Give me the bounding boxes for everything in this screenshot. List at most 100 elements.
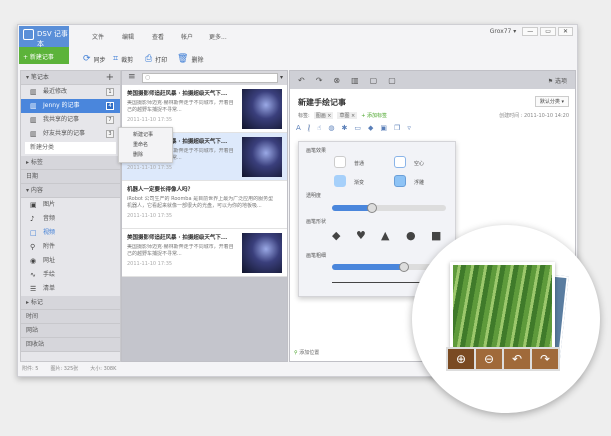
zoom-out-icon[interactable]: ⊖ — [476, 349, 502, 369]
add-location-button[interactable]: ⚲ 添加位置 — [294, 349, 319, 356]
note-item[interactable]: 机器人一定要长得像人吗？ iRobot 公司生产的 Roomba 是目前世界上最为… — [122, 181, 287, 229]
tag-chip[interactable]: 草图 × — [337, 112, 358, 119]
notebook-count: 7 — [106, 116, 114, 124]
opacity-slider[interactable] — [332, 203, 446, 213]
content-audio[interactable]: ♪ 音频 — [21, 212, 120, 226]
layers-icon[interactable]: ❐ — [394, 124, 400, 132]
book-icon: ▥ — [30, 130, 37, 138]
add-tag-button[interactable]: + 添加标签 — [361, 112, 387, 119]
content-images[interactable]: ▣ 图片 — [21, 198, 120, 212]
export-icon[interactable]: ▢ — [370, 76, 378, 85]
note-item[interactable]: 美国摄影师追赶风暴 · 拍摄超级天气下... 美国摄影师迈克·赫林斯奔走于不同城市… — [122, 229, 287, 277]
size-handle[interactable] — [399, 262, 409, 272]
eraser-icon[interactable]: ◆ — [368, 124, 373, 132]
heart-icon[interactable]: ♥ — [356, 229, 366, 242]
tag-row: 标签: 图画 × 草图 × + 添加标签 — [298, 112, 387, 119]
effect-emboss[interactable] — [394, 175, 406, 187]
trash-icon: 🗑 — [177, 54, 189, 64]
app-logo: DSV 记事本 — [19, 26, 69, 48]
created-time: 创建时间 : 2011-10-10 14:20 — [499, 113, 569, 119]
notebook-header[interactable]: ▾ 笔记本 + — [21, 71, 120, 85]
square-icon[interactable]: ■ — [431, 229, 441, 242]
note-title-field[interactable]: 新建手绘记事 — [298, 97, 346, 108]
close-button[interactable]: ✕ — [557, 27, 573, 36]
marks-header[interactable]: ▸ 标记 — [21, 296, 120, 310]
ctx-rename[interactable]: 重命名 — [133, 140, 172, 150]
time-header[interactable]: 时间 — [21, 310, 120, 324]
minimize-button[interactable]: — — [522, 27, 539, 36]
options-button[interactable]: ⚑ 选项 — [548, 76, 567, 85]
rotate-right-icon[interactable]: ↷ — [532, 349, 558, 369]
diamond-icon[interactable]: ◆ — [332, 229, 340, 242]
menu-file[interactable]: 文件 — [92, 32, 104, 41]
trash-header[interactable]: 回收站 — [21, 338, 120, 352]
add-notebook-icon[interactable]: + — [106, 71, 114, 85]
notebook-jenny[interactable]: ▥ Jenny 的记事 4 — [21, 99, 120, 113]
zoom-in-icon[interactable]: ⊕ — [448, 349, 474, 369]
menu-view[interactable]: 查看 — [152, 32, 164, 41]
category-select[interactable]: 默认分类 ▾ — [534, 96, 569, 107]
content-attachments[interactable]: ⚲ 附件 — [21, 240, 120, 254]
list-view-icon[interactable]: ≡ — [128, 72, 136, 82]
effect-label: 空心 — [414, 161, 425, 167]
stamp-icon[interactable]: ✱ — [342, 124, 348, 132]
ctx-new-note[interactable]: 新建记事 — [133, 130, 172, 140]
crop-icon[interactable]: ▭ — [354, 124, 361, 132]
opacity-fill — [332, 205, 372, 211]
menu-account[interactable]: 帐户 — [181, 32, 193, 41]
delete-button[interactable]: 🗑 删除 — [177, 54, 203, 64]
sync-button[interactable]: ⟳ 同步 — [83, 54, 106, 64]
rotate-left-icon[interactable]: ↶ — [504, 349, 530, 369]
content-handwriting[interactable]: ∿ 手绘 — [21, 268, 120, 282]
notebook-shared-by-friends[interactable]: ▥ 好友共享的记事 3 — [21, 127, 120, 141]
site-header[interactable]: 网站 — [21, 324, 120, 338]
triangle-icon[interactable]: ▲ — [381, 229, 389, 242]
effect-normal[interactable] — [334, 156, 346, 168]
tags-header[interactable]: ▸ 标签 — [21, 156, 120, 170]
effect-gradient[interactable] — [334, 175, 346, 187]
format-toolbar: A ∕ ☝ ◍ ✱ ▭ ◆ ▣ ❐ ▿ — [296, 124, 411, 132]
menu-more[interactable]: 更多... — [209, 32, 227, 41]
menu-edit[interactable]: 编辑 — [122, 32, 134, 41]
image-icon[interactable]: ▣ — [380, 124, 387, 132]
save-icon[interactable]: ▿ — [407, 124, 411, 132]
content-label: 清单 — [43, 285, 56, 292]
trash-icon[interactable]: ▥ — [351, 76, 359, 85]
share-icon[interactable]: ▢ — [388, 76, 396, 85]
note-item[interactable]: 美国摄影师追赶风暴 · 拍摄超级天气下... 美国摄影师迈克·赫林斯奔走于不同城市… — [122, 85, 287, 133]
options-label: 选项 — [554, 77, 567, 85]
opacity-handle[interactable] — [366, 203, 377, 213]
hand-icon[interactable]: ☝ — [317, 124, 321, 132]
date-header[interactable]: 日期 — [21, 170, 120, 184]
status-images: 图片: 325张 — [50, 366, 79, 372]
text-icon[interactable]: A — [296, 124, 301, 132]
redo-icon[interactable]: ↷ — [316, 76, 323, 85]
add-location-label: 添加位置 — [299, 350, 320, 356]
search-input[interactable]: ○ — [142, 73, 278, 83]
fill-icon[interactable]: ◍ — [328, 124, 334, 132]
notebook-recent[interactable]: ▥ 最近修改 1 — [21, 85, 120, 99]
maximize-button[interactable]: ▭ — [540, 27, 556, 36]
status-attachments: 附件: 5 — [22, 366, 39, 372]
new-category-input[interactable]: 新建分类 — [25, 142, 116, 154]
content-video[interactable]: □ 视频 — [21, 226, 120, 240]
notebook-shared-by-me[interactable]: ▥ 我共享的记事 7 — [21, 113, 120, 127]
content-header[interactable]: ▾ 内容 — [21, 184, 120, 198]
music-icon: ♪ — [30, 215, 35, 223]
effect-hollow[interactable] — [394, 156, 406, 168]
ctx-delete[interactable]: 删除 — [133, 150, 172, 160]
tag-chip[interactable]: 图画 × — [313, 112, 334, 119]
brush-icon[interactable]: ∕ — [307, 124, 311, 132]
size-label: 画笔粗细 — [306, 253, 327, 259]
undo-icon[interactable]: ↶ — [298, 76, 305, 85]
search-dropdown-icon[interactable]: ▾ — [280, 74, 283, 81]
content-lists[interactable]: ☰ 清单 — [21, 282, 120, 296]
circle-icon[interactable]: ● — [406, 229, 416, 242]
print-button[interactable]: ⎙ 打印 — [145, 54, 167, 64]
new-note-button[interactable]: + 新建记事 — [19, 47, 69, 64]
user-menu[interactable]: Grox77 ▾ — [486, 28, 521, 35]
attachment-icon: ⚲ — [30, 243, 36, 251]
content-urls[interactable]: ◉ 网址 — [21, 254, 120, 268]
close-note-icon[interactable]: ⊗ — [333, 76, 340, 85]
crop-button[interactable]: ⌗ 裁剪 — [113, 54, 133, 64]
